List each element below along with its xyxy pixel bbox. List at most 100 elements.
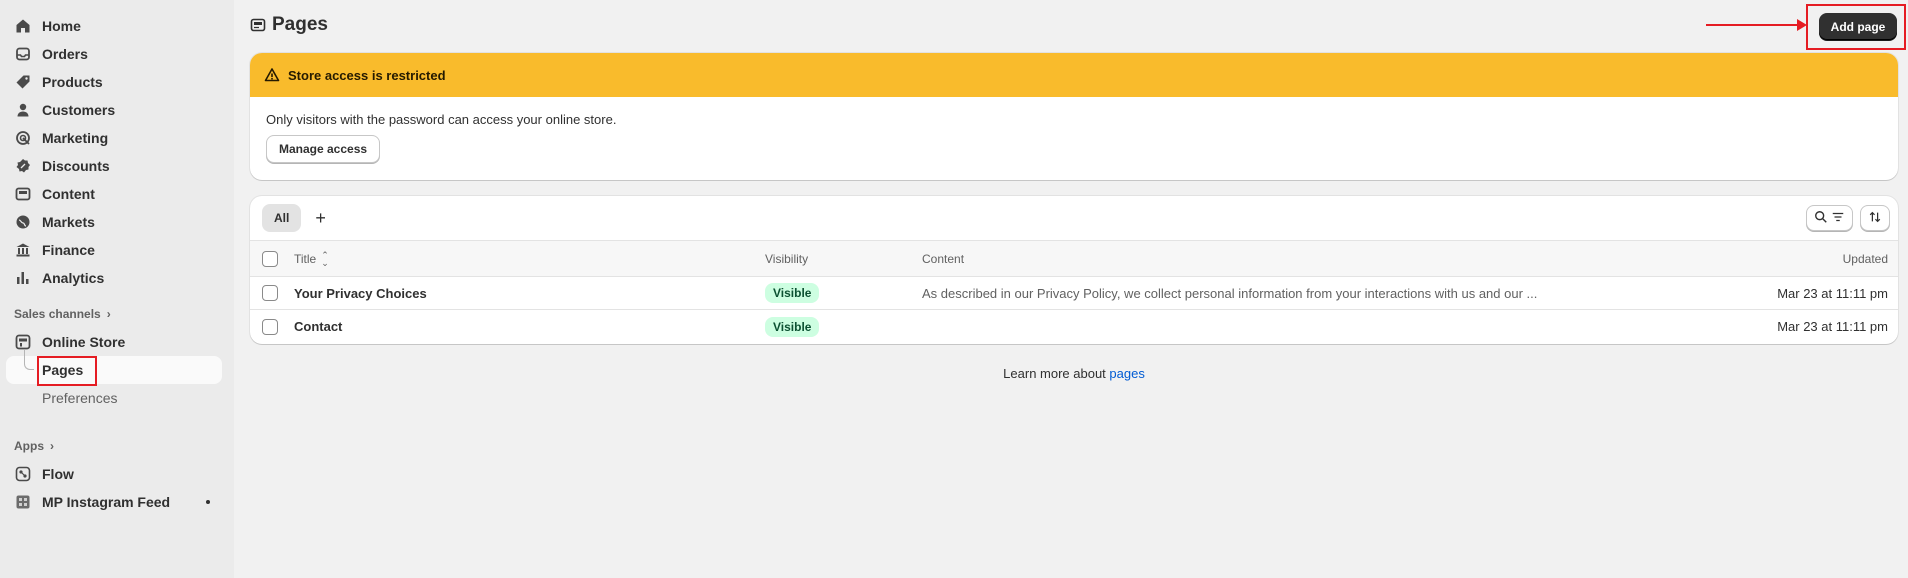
row-checkbox[interactable]	[262, 285, 278, 301]
row-select-cell	[262, 277, 278, 309]
status-badge: Visible	[765, 283, 820, 303]
annotation-arrow	[1706, 24, 1802, 26]
sidebar-item-label: Discounts	[42, 158, 110, 174]
sidebar-item-preferences[interactable]: Preferences	[0, 384, 234, 412]
annotation-box-pages	[37, 356, 97, 386]
image-icon	[15, 186, 31, 202]
column-title[interactable]: Title ⌃ ⌄	[294, 241, 329, 276]
search-icon	[1814, 210, 1828, 227]
row-title[interactable]: Your Privacy Choices	[294, 277, 427, 309]
sales-channels-heading[interactable]: Sales channels ›	[0, 300, 234, 328]
tree-connector	[24, 350, 34, 370]
search-filter-button[interactable]	[1806, 205, 1853, 231]
banner-title: Store access is restricted	[288, 67, 446, 83]
row-checkbox[interactable]	[262, 318, 278, 335]
home-icon	[15, 18, 31, 34]
pages-icon	[250, 17, 266, 33]
sidebar-item-online-store[interactable]: Online Store	[0, 328, 234, 356]
column-visibility: Visibility	[765, 251, 809, 266]
sidebar-item-label: Analytics	[42, 270, 105, 286]
learn-more-link[interactable]: pages	[1109, 366, 1144, 381]
pin-indicator	[206, 500, 210, 504]
row-visibility-cell: Visible	[765, 277, 820, 309]
bar-chart-icon	[15, 270, 31, 286]
sidebar-item-content[interactable]: Content	[0, 180, 234, 208]
sidebar-item-flow[interactable]: Flow	[0, 460, 234, 488]
table-header: Title ⌃ ⌄ Visibility Content Updated	[250, 241, 1898, 277]
sidebar-item-label: Online Store	[42, 334, 126, 350]
sidebar-item-label: Preferences	[42, 390, 118, 406]
sidebar-item-label: Marketing	[42, 130, 109, 146]
banner-header: Store access is restricted	[250, 53, 1898, 97]
sidebar-item-label: Finance	[42, 242, 95, 258]
row-content: As described in our Privacy Policy, we c…	[922, 285, 1538, 301]
sidebar-item-discounts[interactable]: Discounts	[0, 152, 234, 180]
sidebar-item-label: Products	[42, 74, 103, 90]
column-content: Content	[922, 251, 965, 266]
globe-icon	[15, 214, 31, 230]
sidebar-item-products[interactable]: Products	[0, 68, 234, 96]
pages-table-card: All + Title ⌃ ⌄ Visibility Content Update…	[250, 196, 1898, 344]
tag-icon	[15, 74, 31, 90]
table-row[interactable]: Your Privacy Choices Visible As describe…	[250, 277, 1898, 310]
manage-access-button[interactable]: Manage access	[266, 135, 381, 163]
bank-icon	[15, 242, 31, 258]
chevron-right-icon: ›	[106, 307, 111, 321]
learn-more-text: Learn more about pages	[250, 366, 1898, 381]
add-view-button[interactable]: +	[315, 208, 326, 229]
sidebar-item-orders[interactable]: Orders	[0, 40, 234, 68]
tab-all[interactable]: All	[262, 204, 302, 232]
page-header: Pages	[250, 14, 328, 36]
flow-icon	[15, 466, 31, 482]
sidebar-item-home[interactable]: Home	[0, 12, 234, 40]
learn-more-prefix: Learn more about	[1003, 366, 1110, 381]
sidebar-item-marketing[interactable]: Marketing	[0, 124, 234, 152]
row-updated: Mar 23 at 11:11 pm	[1777, 319, 1888, 334]
sidebar-item-instagram-feed[interactable]: MP Instagram Feed	[0, 488, 234, 516]
filter-icon	[1831, 210, 1845, 227]
sidebar-item-finance[interactable]: Finance	[0, 236, 234, 264]
row-select-cell	[262, 310, 278, 343]
sidebar-item-analytics[interactable]: Analytics	[0, 264, 234, 292]
row-visibility-cell: Visible	[765, 310, 820, 343]
column-updated: Updated	[1842, 251, 1888, 266]
status-badge: Visible	[765, 316, 820, 337]
column-title-label: Title	[294, 251, 317, 266]
store-icon	[15, 334, 31, 350]
banner-body: Only visitors with the password can acce…	[250, 97, 1898, 178]
sidebar-item-label: Content	[42, 186, 95, 202]
apps-heading[interactable]: Apps ›	[0, 432, 234, 460]
table-row[interactable]: Contact Visible Mar 23 at 11:11 pm	[250, 310, 1898, 343]
sidebar-item-label: Home	[42, 18, 81, 34]
warning-icon	[264, 67, 280, 83]
add-page-button[interactable]: Add page	[1819, 13, 1897, 40]
sort-button[interactable]	[1860, 205, 1890, 231]
app-icon	[15, 494, 31, 510]
target-icon	[15, 130, 31, 146]
sidebar-item-label: Customers	[42, 102, 116, 118]
sidebar-item-label: MP Instagram Feed	[42, 494, 171, 510]
sidebar-item-label: Orders	[42, 46, 88, 62]
banner-text: Only visitors with the password can acce…	[266, 112, 617, 127]
sidebar-item-customers[interactable]: Customers	[0, 96, 234, 124]
sales-channels-label: Sales channels	[14, 307, 101, 321]
restricted-access-banner: Store access is restricted Only visitors…	[250, 53, 1898, 180]
row-title[interactable]: Contact	[294, 310, 342, 343]
select-all-checkbox[interactable]	[262, 250, 278, 267]
select-all-cell	[262, 241, 278, 276]
sort-icon	[1868, 210, 1882, 227]
sidebar-item-label: Flow	[42, 466, 74, 482]
apps-label: Apps	[14, 439, 44, 453]
sidebar: Home Orders Products Customers Marketing…	[0, 0, 234, 578]
row-updated: Mar 23 at 11:11 pm	[1777, 285, 1888, 301]
discount-icon	[15, 158, 31, 174]
table-toolbar: All +	[250, 196, 1898, 241]
sidebar-item-markets[interactable]: Markets	[0, 208, 234, 236]
chevron-right-icon: ›	[50, 439, 54, 453]
sidebar-item-label: Markets	[42, 214, 95, 230]
person-icon	[15, 102, 31, 118]
sort-caret-icon: ⌃ ⌄	[321, 249, 329, 268]
page-title: Pages	[272, 14, 328, 35]
main-content: Pages Add page Store access is restricte…	[250, 0, 1906, 578]
inbox-icon	[15, 46, 31, 62]
